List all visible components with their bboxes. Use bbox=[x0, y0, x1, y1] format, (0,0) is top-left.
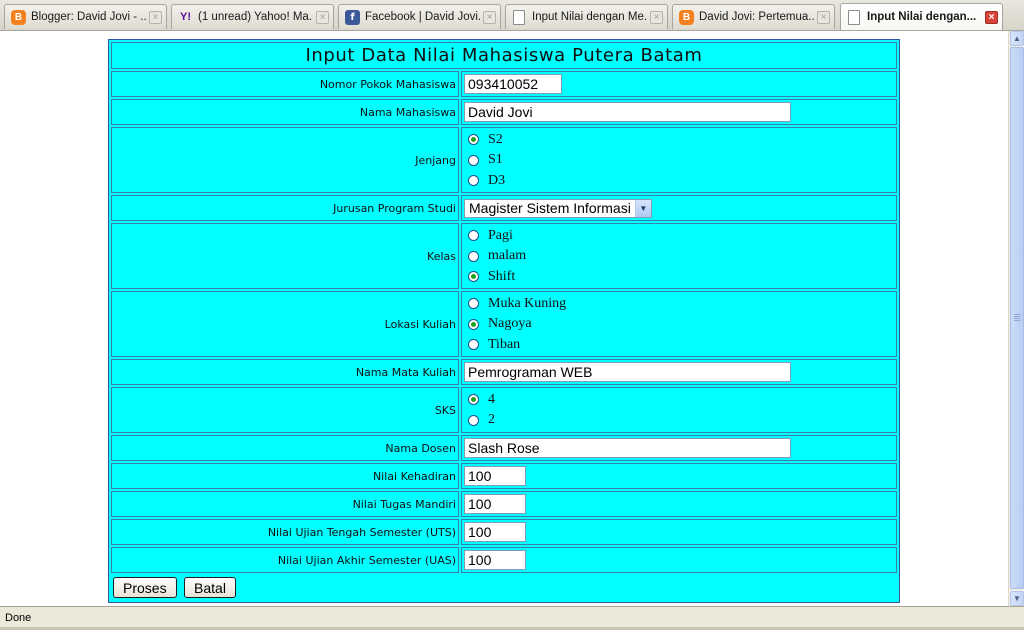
radio-button[interactable] bbox=[468, 230, 479, 241]
lokasi-option-nagoya[interactable]: Nagoya bbox=[464, 314, 894, 335]
nilai-tugas-label: Nilai Tugas Mandiri bbox=[111, 491, 459, 517]
radio-button[interactable] bbox=[468, 318, 479, 330]
radio-label: Shift bbox=[488, 268, 516, 284]
nim-label: Nomor Pokok Mahasiswa bbox=[111, 71, 459, 97]
chevron-down-icon[interactable]: ▼ bbox=[634, 199, 651, 217]
nilai-tugas-input[interactable] bbox=[464, 494, 526, 514]
sks-label: SKS bbox=[111, 387, 459, 433]
radio-button[interactable] bbox=[468, 339, 479, 350]
tab-title: Input Nilai dengan Me... bbox=[532, 11, 647, 23]
radio-label: Muka Kuning bbox=[488, 295, 567, 311]
radio-button[interactable] bbox=[468, 134, 479, 145]
jenjang-label: Jenjang bbox=[111, 127, 459, 193]
tab-title: (1 unread) Yahoo! Ma... bbox=[198, 11, 313, 23]
input-nilai-form: Input Data Nilai Mahasiswa Putera Batam … bbox=[108, 39, 900, 603]
kelas-radio-group: Pagi malam Shift bbox=[461, 223, 897, 289]
jurusan-label: Jurusan Program Studi bbox=[111, 195, 459, 221]
close-icon[interactable]: × bbox=[985, 10, 998, 24]
page-content: Input Data Nilai Mahasiswa Putera Batam … bbox=[0, 31, 1008, 606]
tab-facebook[interactable]: f Facebook | David Jovi... × bbox=[338, 4, 501, 29]
blogger-icon: B bbox=[679, 9, 694, 25]
kelas-option-pagi[interactable]: Pagi bbox=[464, 225, 894, 246]
status-text: Done bbox=[5, 612, 32, 624]
mata-kuliah-input[interactable] bbox=[464, 362, 791, 382]
radio-label: S2 bbox=[488, 131, 503, 147]
yahoo-icon: Y! bbox=[180, 11, 191, 23]
radio-button[interactable] bbox=[468, 175, 479, 186]
radio-button[interactable] bbox=[468, 271, 479, 282]
scrollbar-thumb[interactable] bbox=[1010, 47, 1024, 589]
jenjang-option-s1[interactable]: S1 bbox=[464, 150, 894, 171]
nilai-uts-input[interactable] bbox=[464, 522, 526, 542]
sks-option-4[interactable]: 4 bbox=[464, 390, 894, 411]
browser-tab-bar: B Blogger: David Jovi - ... × Y! (1 unre… bbox=[0, 0, 1024, 31]
kelas-option-malam[interactable]: malam bbox=[464, 246, 894, 267]
close-icon[interactable]: × bbox=[483, 10, 496, 24]
radio-label: 2 bbox=[488, 412, 495, 428]
jurusan-select[interactable]: Magister Sistem Informasi ▼ bbox=[464, 198, 652, 218]
radio-button[interactable] bbox=[468, 414, 479, 426]
radio-label: Nagoya bbox=[488, 316, 532, 331]
nama-mahasiswa-input[interactable] bbox=[464, 102, 791, 122]
radio-label: S1 bbox=[488, 152, 503, 167]
radio-button[interactable] bbox=[468, 394, 479, 406]
lokasi-kuliah-label: Lokasi Kuliah bbox=[111, 291, 459, 357]
radio-label: 4 bbox=[488, 391, 495, 407]
page-icon bbox=[513, 9, 525, 25]
nama-dosen-input[interactable] bbox=[464, 438, 791, 458]
radio-button[interactable] bbox=[468, 250, 479, 262]
form-title: Input Data Nilai Mahasiswa Putera Batam bbox=[111, 42, 897, 69]
sks-radio-group: 4 2 bbox=[461, 387, 897, 433]
jenjang-radio-group: S2 S1 D3 bbox=[461, 127, 897, 193]
tab-title: Input Nilai dengan... bbox=[867, 11, 977, 23]
scroll-down-icon[interactable]: ▼ bbox=[1010, 591, 1024, 606]
tab-input-nilai-active[interactable]: Input Nilai dengan... × bbox=[840, 3, 1003, 30]
tab-title: Facebook | David Jovi... bbox=[365, 11, 480, 23]
jurusan-selected-value: Magister Sistem Informasi bbox=[469, 199, 631, 216]
lokasi-option-tiban[interactable]: Tiban bbox=[464, 334, 894, 355]
mata-kuliah-label: Nama Mata Kuliah bbox=[111, 359, 459, 385]
nim-input[interactable] bbox=[464, 74, 562, 94]
kelas-label: Kelas bbox=[111, 223, 459, 289]
nilai-uas-input[interactable] bbox=[464, 550, 526, 570]
status-bar: Done bbox=[0, 606, 1024, 630]
radio-label: Pagi bbox=[488, 227, 513, 243]
radio-label: Tiban bbox=[488, 336, 521, 352]
nilai-kehadiran-label: Nilai Kehadiran bbox=[111, 463, 459, 489]
tab-yahoo[interactable]: Y! (1 unread) Yahoo! Ma... × bbox=[171, 4, 334, 29]
facebook-icon: f bbox=[345, 9, 360, 25]
page-icon bbox=[848, 9, 860, 25]
lokasi-option-muka-kuning[interactable]: Muka Kuning bbox=[464, 293, 894, 314]
radio-button[interactable] bbox=[468, 298, 479, 309]
sks-option-2[interactable]: 2 bbox=[464, 410, 894, 431]
batal-button[interactable]: Batal bbox=[184, 577, 236, 598]
close-icon[interactable]: × bbox=[817, 10, 830, 24]
tab-title: David Jovi: Pertemua... bbox=[699, 11, 814, 23]
radio-label: malam bbox=[488, 248, 527, 263]
nama-dosen-label: Nama Dosen bbox=[111, 435, 459, 461]
jenjang-option-s2[interactable]: S2 bbox=[464, 129, 894, 150]
proses-button[interactable]: Proses bbox=[113, 577, 177, 598]
kelas-option-shift[interactable]: Shift bbox=[464, 266, 894, 287]
tab-input-nilai-1[interactable]: Input Nilai dengan Me... × bbox=[505, 4, 668, 29]
vertical-scrollbar[interactable]: ▲ ▼ bbox=[1008, 31, 1024, 606]
nilai-kehadiran-input[interactable] bbox=[464, 466, 526, 486]
jenjang-option-d3[interactable]: D3 bbox=[464, 170, 894, 191]
close-icon[interactable]: × bbox=[316, 10, 329, 24]
lokasi-radio-group: Muka Kuning Nagoya Tiban bbox=[461, 291, 897, 357]
close-icon[interactable]: × bbox=[149, 10, 162, 24]
blogger-icon: B bbox=[11, 9, 26, 25]
nama-mahasiswa-label: Nama Mahasiswa bbox=[111, 99, 459, 125]
radio-label: D3 bbox=[488, 172, 506, 188]
tab-title: Blogger: David Jovi - ... bbox=[31, 11, 146, 23]
nilai-uas-label: Nilai Ujian Akhir Semester (UAS) bbox=[111, 547, 459, 573]
scroll-up-icon[interactable]: ▲ bbox=[1010, 31, 1024, 46]
radio-button[interactable] bbox=[468, 154, 479, 166]
tab-david-jovi-pertemuan[interactable]: B David Jovi: Pertemua... × bbox=[672, 4, 835, 29]
tab-blogger[interactable]: B Blogger: David Jovi - ... × bbox=[4, 4, 167, 29]
grip-icon bbox=[1014, 314, 1020, 321]
nilai-uts-label: Nilai Ujian Tengah Semester (UTS) bbox=[111, 519, 459, 545]
close-icon[interactable]: × bbox=[650, 10, 663, 24]
